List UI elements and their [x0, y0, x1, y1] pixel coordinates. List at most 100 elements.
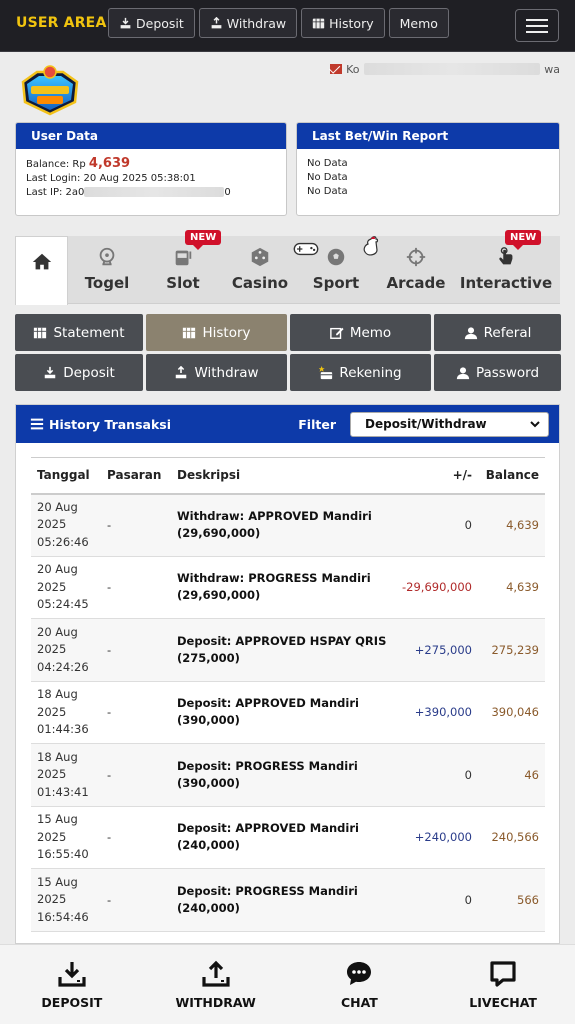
cell-pasaran: - [101, 868, 171, 932]
date-day: 20 Aug [37, 499, 78, 514]
balance-value: 4,639 [88, 156, 131, 171]
date-year: 2025 [37, 892, 67, 906]
date-year: 2025 [37, 767, 67, 781]
deposit-action-label: Deposit [63, 364, 115, 381]
statement-button[interactable]: Statement [15, 314, 143, 351]
password-button[interactable]: Password [434, 354, 561, 391]
rekening-button[interactable]: Rekening [290, 354, 431, 391]
cell-description: Deposit: APPROVED Mandiri (390,000) [171, 681, 396, 744]
tab-togel-label: Togel [84, 274, 130, 292]
col-deskripsi: Deskripsi [171, 457, 396, 495]
cell-date: 20 Aug 2025 05:24:45 [31, 556, 101, 619]
col-pasaran: Pasaran [101, 457, 171, 495]
top-nav-buttons: Deposit Withdraw History Memo [108, 8, 449, 38]
cell-pasaran: - [101, 618, 171, 682]
date-time: 05:26:46 [37, 534, 89, 549]
deposit-icon [44, 366, 56, 378]
history-button[interactable]: History [146, 314, 287, 351]
desc-line: Deposit: APPROVED Mandiri (390,000) [177, 696, 359, 728]
last-ip-suffix: 0 [224, 187, 231, 198]
memo-label: Memo [349, 324, 392, 341]
bottom-deposit-button[interactable]: DEPOSIT [0, 945, 144, 1024]
cell-change: +275,000 [396, 618, 478, 682]
new-badge: NEW [505, 230, 542, 250]
cell-change: -29,690,000 [396, 556, 478, 619]
tab-home[interactable] [15, 236, 68, 305]
table-row: 15 Aug 2025 16:55:40- Deposit: APPROVED Man… [31, 806, 545, 869]
cell-date: 20 Aug 2025 05:26:46 [31, 493, 101, 557]
filter-label: Filter [298, 416, 336, 432]
account-actions-grid: Statement History Memo Referal Deposit W… [15, 314, 561, 391]
filter-select[interactable]: Deposit/Withdraw [350, 411, 549, 437]
tab-sport[interactable]: Sport [293, 236, 379, 304]
site-logo[interactable] [17, 62, 83, 116]
deposit-action-button[interactable]: Deposit [15, 354, 143, 391]
ip-redacted [84, 187, 225, 197]
top-withdraw-button[interactable]: Withdraw [198, 8, 298, 38]
table-row: 15 Aug 2025 16:54:46- Deposit: PROGRESS Man… [31, 868, 545, 932]
bottom-chat-button[interactable]: CHAT [288, 945, 432, 1024]
bottom-chat-label: CHAT [340, 995, 378, 1010]
gamepad-icon [293, 242, 319, 256]
withdraw-action-label: Withdraw [194, 364, 259, 381]
bottom-livechat-button[interactable]: LIVECHAT [431, 945, 575, 1024]
tab-casino[interactable]: Casino [229, 236, 291, 304]
date-time: 01:44:36 [37, 722, 89, 736]
col-change: +/- [396, 457, 478, 495]
top-history-button[interactable]: History [301, 8, 385, 38]
history-icon [312, 18, 325, 28]
email-suffix: wa [544, 62, 560, 76]
cell-change: 0 [396, 743, 478, 807]
upload-icon [202, 960, 230, 987]
date-year: 2025 [37, 704, 67, 719]
date-day: 15 Aug [37, 812, 78, 826]
history-label: History [202, 324, 251, 341]
tab-interactive[interactable]: NEW Interactive [460, 230, 552, 304]
soccer-ball-icon [327, 248, 345, 266]
tab-arcade[interactable]: Arcade [383, 236, 449, 304]
desc-line: Withdraw: PROGRESS Mandiri [177, 571, 371, 586]
bottom-withdraw-button[interactable]: WITHDRAW [144, 945, 288, 1024]
memo-button[interactable]: Memo [290, 314, 431, 351]
tab-togel[interactable]: Togel [77, 236, 137, 304]
referal-button[interactable]: Referal [434, 314, 561, 351]
last-ip-label: Last IP: 2a0 [26, 187, 85, 198]
last-login: Last Login: 20 Aug 2025 05:38:01 [26, 173, 196, 184]
withdraw-action-button[interactable]: Withdraw [146, 354, 287, 391]
dice-icon [251, 247, 269, 267]
cell-description: Withdraw: PROGRESS Mandiri (29,690,000) [171, 556, 396, 619]
table-row: 18 Aug 2025 01:44:36- Deposit: APPROVED Man… [31, 681, 545, 744]
cell-change: +240,000 [396, 806, 478, 869]
cell-balance: 390,046 [478, 681, 545, 744]
cell-balance: 240,566 [478, 806, 545, 869]
top-memo-button[interactable]: Memo [388, 8, 449, 38]
crosshair-icon [406, 247, 426, 267]
withdraw-icon [211, 16, 222, 28]
hamburger-menu-button[interactable] [515, 9, 559, 42]
col-tanggal: Tanggal [31, 457, 101, 495]
menu-bar [526, 24, 548, 27]
report-line: No Data [307, 186, 348, 197]
tab-interactive-label: Interactive [459, 274, 553, 292]
cell-change: +390,000 [396, 681, 478, 744]
bottom-livechat-label: LIVECHAT [469, 995, 537, 1010]
tab-arcade-label: Arcade [386, 274, 446, 292]
statement-label: Statement [53, 324, 125, 341]
tab-slot[interactable]: NEW Slot [153, 230, 222, 304]
balance-label: Balance: Rp [26, 159, 86, 170]
cell-change: 0 [396, 868, 478, 932]
cell-pasaran: - [101, 556, 171, 619]
date-year: 2025 [37, 579, 67, 594]
cell-balance: 275,239 [478, 618, 545, 682]
list-icon [30, 418, 44, 430]
cell-description: Deposit: APPROVED HSPAY QRIS (275,000) [171, 618, 396, 682]
withdraw-icon [176, 365, 187, 378]
cell-date: 18 Aug 2025 01:43:41 [31, 743, 101, 807]
table-icon [183, 327, 196, 338]
table-row: 20 Aug 2025 05:24:45- Withdraw: PROGRESS Ma… [31, 556, 545, 619]
date-day: 18 Aug [37, 749, 78, 764]
date-year: 2025 [37, 642, 67, 656]
top-deposit-button[interactable]: Deposit [108, 8, 195, 38]
user-area-brand[interactable]: USER AREA [16, 15, 106, 31]
cell-description: Deposit: PROGRESS Mandiri (390,000) [171, 743, 396, 807]
